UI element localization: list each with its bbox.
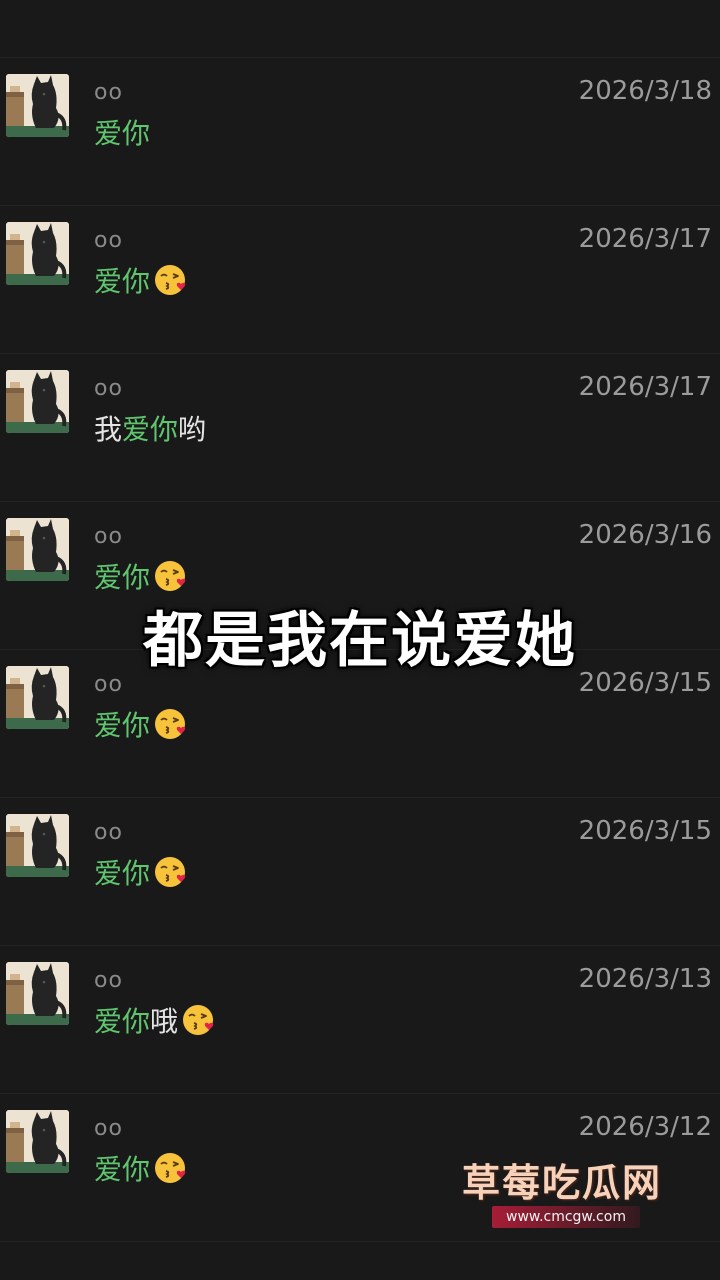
cat-avatar-icon[interactable] (6, 222, 69, 285)
contact-name: oo (94, 1116, 123, 1141)
search-highlight: 爱你 (94, 1005, 151, 1038)
message-preview: 爱你 (94, 112, 150, 152)
message-suffix: 呀 (150, 0, 178, 4)
message-date: 2026/3/13 (578, 964, 712, 994)
search-highlight: 爱你 (94, 561, 151, 594)
kissing-face-emoji-icon (154, 263, 188, 297)
message-suffix: 哟 (178, 413, 207, 446)
list-item[interactable]: oo 2026/3/13 爱你哦 (0, 946, 720, 1094)
message-date: 2026/3/16 (578, 520, 712, 550)
message-date: 2026/3/17 (578, 224, 712, 254)
search-highlight: 爱你 (94, 117, 151, 150)
watermark-url: www.cmcgw.com (492, 1206, 640, 1228)
kissing-face-emoji-icon (154, 855, 188, 889)
search-highlight: 爱你 (122, 413, 179, 446)
message-preview: 我爱你哟 (94, 408, 206, 448)
kissing-face-emoji-icon (154, 707, 188, 741)
message-date: 2026/3/12 (578, 1112, 712, 1142)
cat-avatar-icon[interactable] (6, 1110, 69, 1173)
list-item[interactable]: oo 爱你呀 (0, 0, 720, 58)
cat-avatar-icon[interactable] (6, 962, 69, 1025)
kissing-face-emoji-icon (182, 1003, 216, 1037)
message-suffix: 哦 (150, 1005, 179, 1038)
cat-avatar-icon[interactable] (6, 370, 69, 433)
search-highlight: 爱你 (94, 709, 151, 742)
message-preview: 爱你呀 (94, 0, 178, 4)
search-highlight: 爱你 (94, 857, 151, 890)
search-highlight: 爱你 (94, 265, 151, 298)
list-item[interactable]: oo 2026/3/17 我爱你哟 (0, 354, 720, 502)
contact-name: oo (94, 228, 123, 253)
video-caption: 都是我在说爱她 (143, 606, 577, 676)
kissing-face-emoji-icon (154, 1151, 188, 1185)
contact-name: oo (94, 376, 123, 401)
contact-name: oo (94, 80, 123, 105)
search-highlight: 爱你 (94, 1153, 151, 1186)
list-item[interactable]: oo 2026/3/15 爱你 (0, 798, 720, 946)
message-preview: 爱你哦 (94, 1000, 216, 1040)
list-item[interactable]: oo 2026/3/17 爱你 (0, 206, 720, 354)
message-preview: 爱你 (94, 1148, 188, 1188)
kissing-face-emoji-icon (154, 559, 188, 593)
watermark: 草莓吃瓜网 www.cmcgw.com (460, 1152, 710, 1234)
list-item[interactable]: oo 2026/3/18 爱你 (0, 58, 720, 206)
search-highlight: 爱你 (94, 0, 150, 4)
message-preview: 爱你 (94, 852, 188, 892)
cat-avatar-icon[interactable] (6, 814, 69, 877)
cat-avatar-icon[interactable] (6, 74, 69, 137)
watermark-title: 草莓吃瓜网 (462, 1161, 663, 1205)
message-preview: 爱你 (94, 704, 188, 744)
message-preview: 爱你 (94, 260, 188, 300)
message-date: 2026/3/17 (578, 372, 712, 402)
search-results-screen: oo 爱你呀 oo 2026/3/18 爱你 oo 2026/3/17 (0, 0, 720, 1280)
contact-name: oo (94, 820, 123, 845)
message-date: 2026/3/18 (578, 76, 712, 106)
contact-name: oo (94, 968, 123, 993)
message-preview: 爱你 (94, 556, 188, 596)
message-date: 2026/3/15 (578, 816, 712, 846)
message-prefix: 我 (94, 413, 123, 446)
contact-name: oo (94, 524, 123, 549)
cat-avatar-icon[interactable] (6, 518, 69, 581)
